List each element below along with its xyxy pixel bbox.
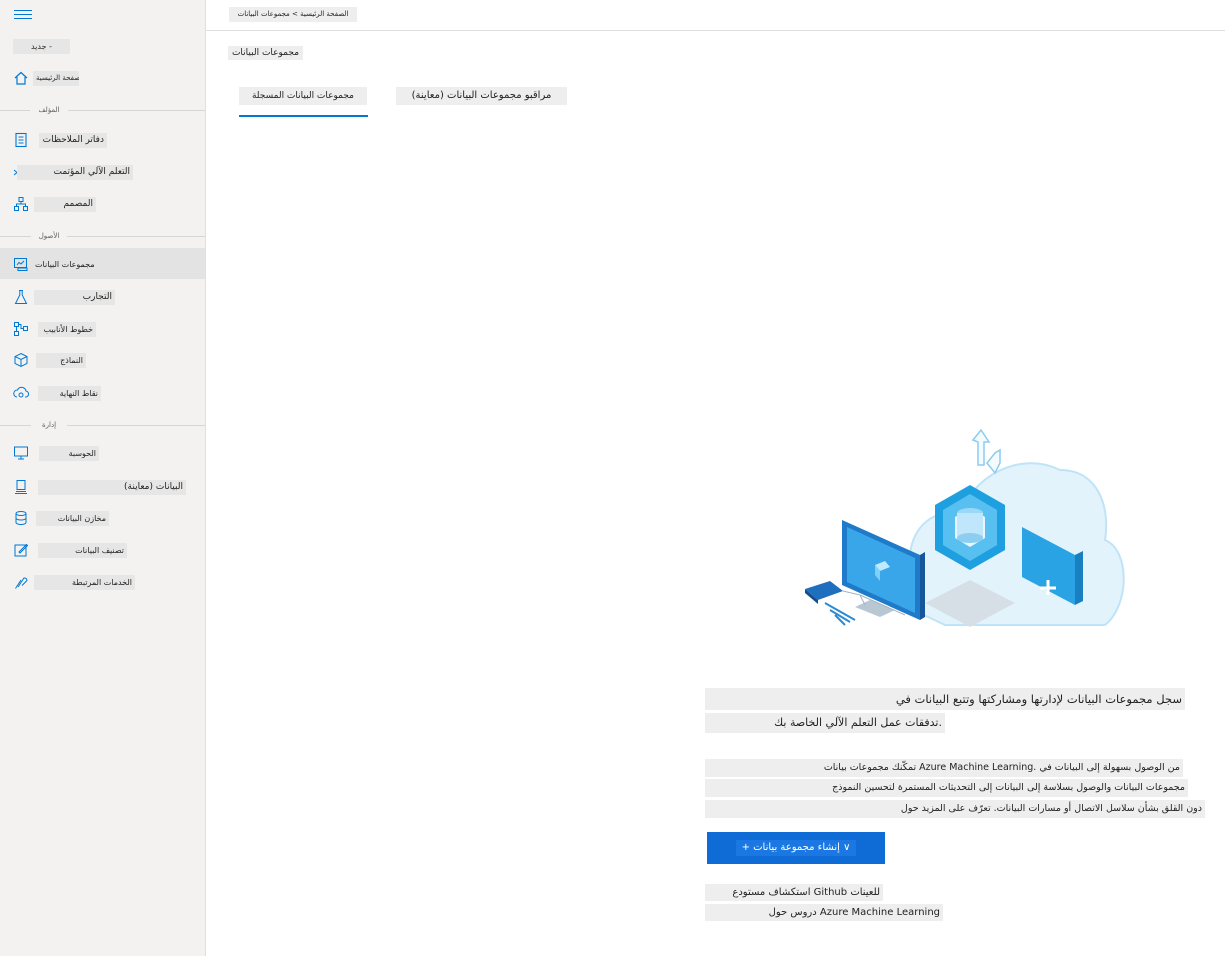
- sidebar-item-pipelines[interactable]: خطوط الأنابيب: [0, 314, 205, 344]
- labeling-icon: [14, 543, 29, 557]
- sidebar-item-label: النماذج: [36, 353, 86, 368]
- tutorials-link[interactable]: دروس حول Azure Machine Learning: [705, 904, 943, 921]
- sidebar-item-label: الصفحة الرئيسية: [33, 71, 79, 86]
- sidebar-item-label: المصمم: [34, 197, 96, 212]
- empty-state-heading-line2: تدفقات عمل التعلم الآلي الخاصة بك.: [705, 713, 945, 733]
- designer-icon: [14, 197, 28, 211]
- empty-state-body-line3: دون القلق بشأن سلاسل الاتصال أو مسارات ا…: [705, 800, 1205, 818]
- endpoint-icon: [13, 386, 29, 398]
- sidebar-item-label: الخدمات المرتبطة: [34, 575, 135, 590]
- sidebar-item-data-preview[interactable]: البيانات (معاينة): [0, 472, 205, 502]
- cube-icon: [14, 352, 28, 368]
- tab-registered-datasets[interactable]: مجموعات البيانات المسجلة: [239, 87, 367, 105]
- sidebar-item-compute[interactable]: الحوسبة: [0, 438, 205, 468]
- linked-services-icon: [15, 577, 28, 589]
- sidebar-item-label: خطوط الأنابيب: [38, 322, 96, 337]
- datasets-icon: [14, 258, 28, 271]
- sidebar-item-labeling[interactable]: تصنيف البيانات: [0, 535, 205, 565]
- notebook-icon: [15, 132, 27, 148]
- sidebar-item-designer[interactable]: المصمم: [0, 189, 205, 219]
- sidebar-item-label: البيانات (معاينة): [38, 480, 186, 495]
- empty-state-heading-line1: سجل مجموعات البيانات لإدارتها ومشاركتها …: [705, 688, 1185, 710]
- sidebar-item-label: الحوسبة: [39, 446, 99, 461]
- flask-icon: [14, 290, 28, 304]
- section-label-author: المؤلف: [30, 105, 68, 116]
- create-dataset-button[interactable]: + إنشاء مجموعة بيانات ∨: [707, 832, 885, 864]
- sidebar-item-home[interactable]: الصفحة الرئيسية: [0, 63, 205, 93]
- sidebar-item-label: نقاط النهاية: [38, 386, 101, 401]
- sidebar-item-datasets[interactable]: مجموعات البيانات: [0, 248, 205, 279]
- sidebar-item-experiments[interactable]: التجارب: [0, 282, 205, 312]
- create-dataset-button-label: + إنشاء مجموعة بيانات ∨: [735, 840, 857, 856]
- sidebar-item-label: مجموعات البيانات: [32, 257, 95, 272]
- home-icon: [14, 71, 28, 85]
- section-label-assets: الأصول: [31, 231, 67, 242]
- new-button[interactable]: جديد -: [13, 39, 70, 54]
- data-preview-icon: [15, 480, 27, 494]
- top-bar: الصفحة الرئيسية > مجموعات البيانات: [206, 0, 1225, 31]
- pipeline-icon: [14, 322, 28, 336]
- empty-state-body-line2: مجموعات البيانات والوصول بسلاسة إلى البي…: [705, 779, 1188, 797]
- section-label-manage: إدارة: [31, 420, 67, 431]
- database-icon: [15, 511, 27, 525]
- sidebar-item-label: التعلم الآلي المؤتمت: [17, 165, 133, 180]
- hamburger-menu-icon[interactable]: [14, 7, 32, 21]
- sidebar-item-label: مخازن البيانات: [36, 511, 109, 526]
- datasets-illustration: [805, 428, 1125, 627]
- sidebar-item-endpoints[interactable]: نقاط النهاية: [0, 378, 205, 408]
- active-tab-indicator: [239, 115, 368, 117]
- sidebar-item-datastores[interactable]: مخازن البيانات: [0, 503, 205, 533]
- compute-icon: [14, 446, 28, 460]
- sidebar-item-label: التجارب: [34, 290, 115, 305]
- breadcrumb[interactable]: الصفحة الرئيسية > مجموعات البيانات: [229, 7, 357, 22]
- sidebar-item-automl[interactable]: التعلم الآلي المؤتمت: [0, 157, 205, 187]
- sidebar-item-linked-services[interactable]: الخدمات المرتبطة: [0, 567, 205, 597]
- sidebar-item-label: دفاتر الملاحظات: [39, 133, 107, 148]
- sidebar-item-notebooks[interactable]: دفاتر الملاحظات: [0, 125, 205, 155]
- sidebar-item-models[interactable]: النماذج: [0, 345, 205, 375]
- github-samples-link[interactable]: استكشاف مستودع Github للعينات: [705, 884, 883, 901]
- empty-state-body-line1: تمكّنك مجموعات بيانات Azure Machine Lear…: [705, 759, 1183, 777]
- tab-dataset-monitors[interactable]: مراقبو مجموعات البيانات (معاينة): [396, 87, 567, 105]
- page-title: مجموعات البيانات: [228, 46, 303, 60]
- sidebar: جديد - الصفحة الرئيسية المؤلف دفاتر المل…: [0, 0, 206, 956]
- sidebar-item-label: تصنيف البيانات: [38, 543, 127, 558]
